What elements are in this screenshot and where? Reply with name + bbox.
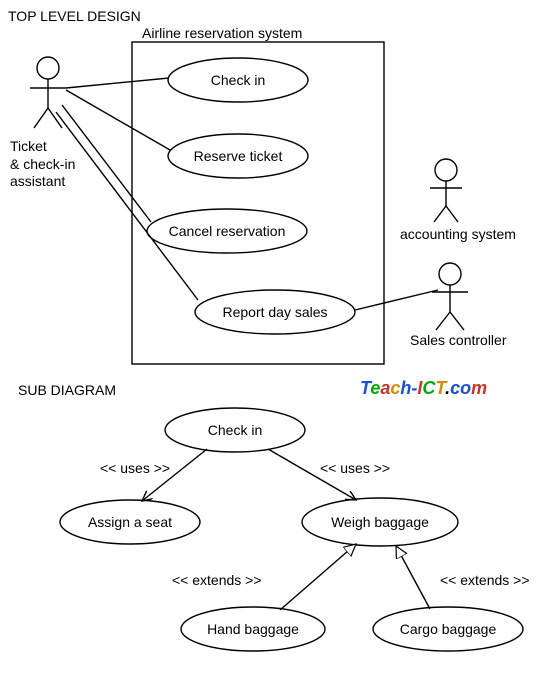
diagram-canvas: TOP LEVEL DESIGN Airline reservation sys… bbox=[0, 0, 550, 673]
sub-diagram-heading: SUB DIAGRAM bbox=[18, 382, 116, 398]
sub-assign-seat-label: Assign a seat bbox=[88, 514, 172, 530]
uses-label-right: << uses >> bbox=[320, 460, 390, 476]
sales-association bbox=[355, 290, 438, 310]
actor-sales-icon bbox=[432, 263, 468, 330]
actor-sales-label: Sales controller bbox=[410, 332, 507, 348]
usecase-cancel-label: Cancel reservation bbox=[169, 223, 286, 239]
extends-label-right: << extends >> bbox=[440, 572, 530, 588]
sub-hand-label: Hand baggage bbox=[207, 621, 299, 637]
sub-cargo-label: Cargo baggage bbox=[400, 621, 497, 637]
watermark: Teach-ICT.com bbox=[360, 378, 487, 399]
usecase-report-label: Report day sales bbox=[222, 304, 327, 320]
usecase-reserve-label: Reserve ticket bbox=[194, 148, 283, 164]
extends-label-left: << extends >> bbox=[172, 572, 262, 588]
uses-label-left: << uses >> bbox=[100, 460, 170, 476]
extends-arrow-cargo bbox=[396, 546, 430, 609]
system-title: Airline reservation system bbox=[142, 25, 302, 41]
usecase-check-in-label: Check in bbox=[211, 72, 265, 88]
actor-accounting-icon bbox=[430, 159, 462, 222]
sub-check-in-label: Check in bbox=[208, 422, 262, 438]
sub-weigh-label: Weigh baggage bbox=[331, 514, 429, 530]
actor-accounting-label: accounting system bbox=[400, 226, 516, 242]
top-level-heading: TOP LEVEL DESIGN bbox=[8, 8, 141, 24]
actor-assistant-label: Ticket & check-in assistant bbox=[10, 138, 75, 191]
assistant-associations bbox=[56, 78, 198, 300]
extends-arrow-hand bbox=[280, 544, 356, 610]
